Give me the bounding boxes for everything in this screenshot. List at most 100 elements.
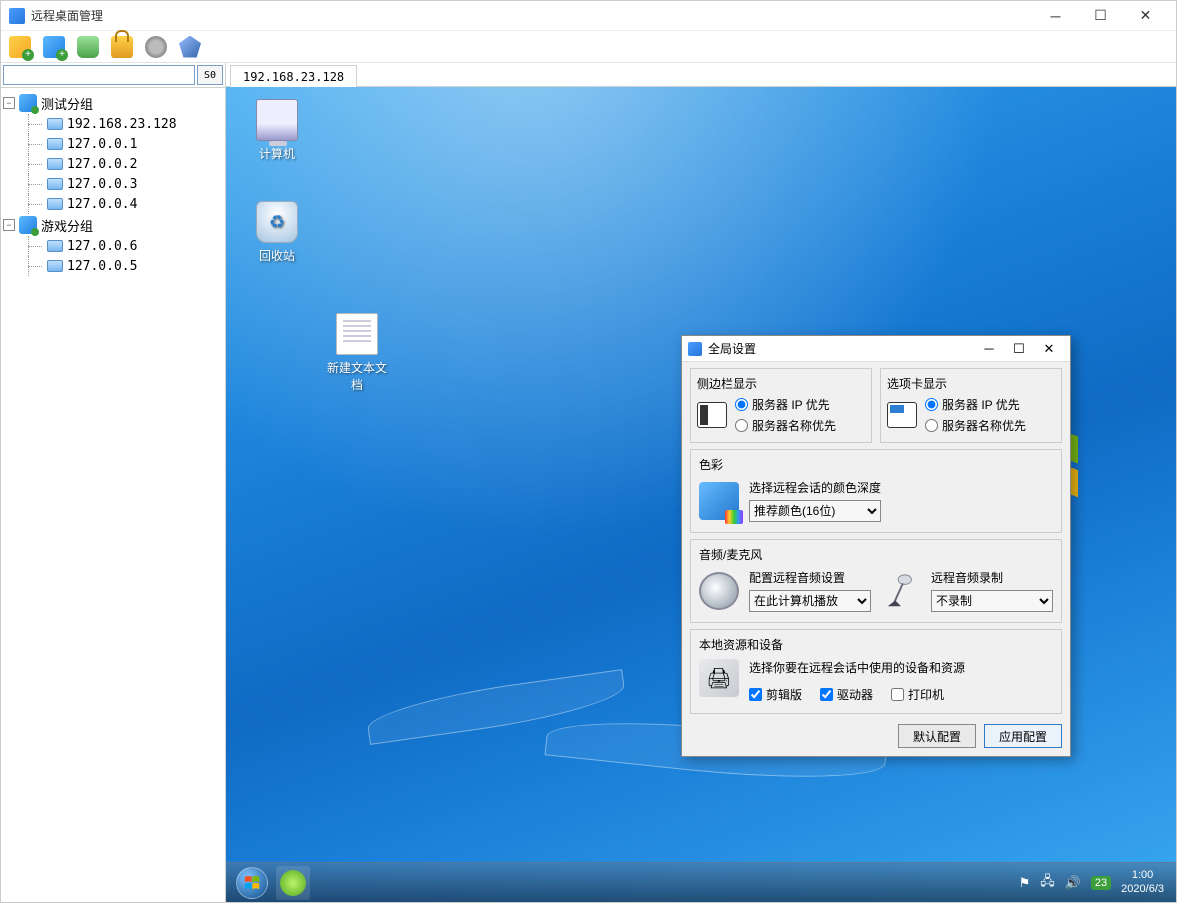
sidebar-display-fieldset: 侧边栏显示 服务器 IP 优先 服务器名称优先 [690,368,872,443]
fieldset-legend: 侧边栏显示 [697,375,865,392]
remote-taskbar: ⚑ 🖧 🔊 23 1:00 2020/6/3 [226,862,1176,902]
check-drives[interactable]: 驱动器 [820,686,873,703]
gem-icon [179,36,201,58]
tree-item[interactable]: 127.0.0.3 [3,174,223,194]
tree-item[interactable]: 127.0.0.5 [3,256,223,276]
tree-item[interactable]: 127.0.0.4 [3,194,223,214]
settings-button[interactable] [143,34,169,60]
desktop-icon-computer[interactable]: 计算机 [242,99,312,162]
radio-sidebar-ip[interactable]: 服务器 IP 优先 [735,396,836,413]
text-doc-icon [336,313,378,355]
folder-plus-icon [9,36,31,58]
collapse-icon[interactable]: − [3,219,15,231]
recycle-icon [256,201,298,243]
tray-network-icon[interactable]: 🖧 [1040,872,1055,894]
global-settings-dialog: 全局设置 ─ ☐ ✕ 侧边栏显示 服务器 I [681,335,1071,757]
gear-icon [145,36,167,58]
start-button[interactable] [232,863,272,903]
monitor-icon [47,260,63,272]
host-tree: − 测试分组 192.168.23.128 127.0.0.1 127.0.0.… [1,88,225,902]
color-depth-select[interactable]: 推荐颜色(16位) [749,500,881,522]
check-printers[interactable]: 打印机 [891,686,944,703]
check-clipboard[interactable]: 剪辑版 [749,686,802,703]
audio-play-select[interactable]: 在此计算机播放 [749,590,871,612]
tree-group-header[interactable]: − 游戏分组 [3,214,223,236]
clock-time: 1:00 [1121,869,1164,882]
radio-tab-name[interactable]: 服务器名称优先 [925,417,1026,434]
tray-volume-icon[interactable]: 🔊 [1065,875,1081,891]
tab-display-icon [887,402,917,428]
audio-record-desc: 远程音频录制 [931,569,1053,586]
tree-group: − 游戏分组 127.0.0.6 127.0.0.5 [3,214,223,276]
devices-section: 本地资源和设备 选择你要在远程会话中使用的设备和资源 剪辑版 驱动器 打印机 [690,629,1062,714]
audio-section: 音频/麦克风 配置远程音频设置 在此计算机播放 远程音频录制 [690,539,1062,623]
minimize-button[interactable]: ─ [1033,2,1078,30]
gem-button[interactable] [177,34,203,60]
default-config-button[interactable]: 默认配置 [898,724,976,748]
tree-item[interactable]: 127.0.0.1 [3,134,223,154]
tray-badge[interactable]: 23 [1091,876,1111,890]
tab-display-fieldset: 选项卡显示 服务器 IP 优先 服务器名称优先 [880,368,1062,443]
monitor-icon [47,198,63,210]
dialog-title-bar[interactable]: 全局设置 ─ ☐ ✕ [682,336,1070,362]
taskbar-clock[interactable]: 1:00 2020/6/3 [1121,869,1164,895]
app-icon [688,342,702,356]
microphone-icon [881,572,921,610]
taskbar-app-360[interactable] [276,866,310,900]
color-icon [699,482,739,520]
desktop-icon-label: 计算机 [242,145,312,162]
browser-360-icon [280,870,306,896]
audio-record-select[interactable]: 不录制 [931,590,1053,612]
section-legend: 色彩 [699,456,1053,473]
dialog-title: 全局设置 [708,340,974,357]
close-button[interactable]: ✕ [1123,2,1168,30]
tab-active[interactable]: 192.168.23.128 [230,65,357,87]
tree-item[interactable]: 192.168.23.128 [3,114,223,134]
maximize-button[interactable]: ☐ [1078,2,1123,30]
search-button[interactable]: S0 [197,65,223,85]
tab-bar: 192.168.23.128 [226,63,1176,87]
desktop-icon-textdoc[interactable]: 新建文本文档 [322,313,392,393]
clock-date: 2020/6/3 [1121,883,1164,896]
new-group-button[interactable] [7,34,33,60]
app-icon [9,8,25,24]
speaker-icon [699,572,739,610]
dialog-buttons: 默认配置 应用配置 [690,720,1062,748]
monitor-icon [47,178,63,190]
tree-item[interactable]: 127.0.0.6 [3,236,223,256]
tree-item[interactable]: 127.0.0.2 [3,154,223,174]
desktop-icon-recycle[interactable]: 回收站 [242,201,312,264]
monitor-plus-icon [43,36,65,58]
tray-flag-icon[interactable]: ⚑ [1019,875,1031,891]
tree-group-header[interactable]: − 测试分组 [3,92,223,114]
devices-desc: 选择你要在远程会话中使用的设备和资源 [749,659,1053,676]
group-icon [19,216,37,234]
lock-button[interactable] [109,34,135,60]
new-host-button[interactable] [41,34,67,60]
search-row: S0 [1,63,225,88]
window-controls: ─ ☐ ✕ [1033,2,1168,30]
database-button[interactable] [75,34,101,60]
toolbar [1,31,1176,63]
section-legend: 音频/麦克风 [699,546,1053,563]
remote-desktop-view[interactable]: 计算机 回收站 新建文本文档 [226,87,1176,902]
database-icon [77,36,99,58]
dialog-minimize-button[interactable]: ─ [974,338,1004,360]
app-window: 远程桌面管理 ─ ☐ ✕ S0 − [0,0,1177,903]
color-section: 色彩 选择远程会话的颜色深度 推荐颜色(16位) [690,449,1062,533]
fieldset-legend: 选项卡显示 [887,375,1055,392]
devices-icon [699,659,739,697]
title-bar: 远程桌面管理 ─ ☐ ✕ [1,1,1176,31]
color-desc: 选择远程会话的颜色深度 [749,479,881,496]
windows-orb-icon [236,867,268,899]
tree-group: − 测试分组 192.168.23.128 127.0.0.1 127.0.0.… [3,92,223,214]
radio-tab-ip[interactable]: 服务器 IP 优先 [925,396,1026,413]
collapse-icon[interactable]: − [3,97,15,109]
radio-sidebar-name[interactable]: 服务器名称优先 [735,417,836,434]
audio-play-desc: 配置远程音频设置 [749,569,871,586]
apply-config-button[interactable]: 应用配置 [984,724,1062,748]
search-input[interactable] [3,65,195,85]
dialog-maximize-button[interactable]: ☐ [1004,338,1034,360]
dialog-close-button[interactable]: ✕ [1034,338,1064,360]
content: 192.168.23.128 计算机 回收站 新建文本文档 [226,63,1176,902]
